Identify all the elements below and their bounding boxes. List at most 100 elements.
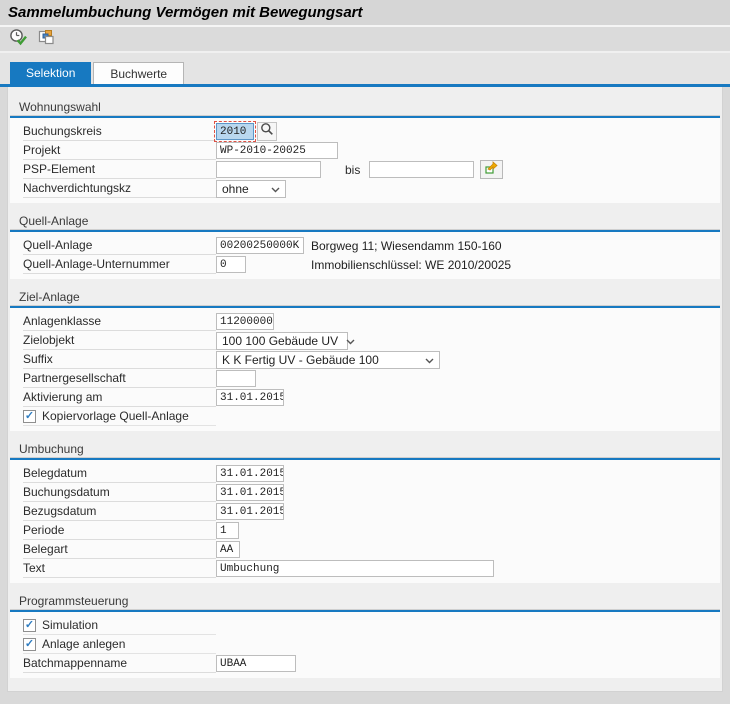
get-variant-icon [37,28,55,51]
form-row-anlagenklasse: Anlagenklasse 11200000 [23,312,720,331]
form-row-aktivierung-am: Aktivierung am 31.01.2015 [23,388,720,407]
belegart-label: Belegart [23,540,216,559]
form-row-bezugsdatum: Bezugsdatum 31.01.2015 [23,502,720,521]
form-row-belegdatum: Belegdatum 31.01.2015 [23,464,720,483]
buchungsdatum-input[interactable]: 31.01.2015 [216,484,284,501]
form-row-batchmappenname: Batchmappenname UBAA [23,654,720,673]
quell-anlage-label: Quell-Anlage [23,236,216,255]
section-ziel-anlage: Ziel-Anlage Anlagenklasse 11200000 Zielo… [10,289,720,431]
psp-element-label: PSP-Element [23,160,216,179]
tab-strip: Selektion Buchwerte [0,53,730,84]
bezugsdatum-input[interactable]: 31.01.2015 [216,503,284,520]
unternummer-input[interactable]: 0 [216,256,246,273]
simulation-checkbox-group: ✓ Simulation [23,616,216,635]
nachverdichtungskz-label: Nachverdichtungskz [23,179,216,198]
get-variant-button[interactable] [35,29,56,49]
text-input[interactable]: Umbuchung [216,560,494,577]
text-label: Text [23,559,216,578]
anlagenklasse-label: Anlagenklasse [23,312,216,331]
anlagenklasse-input[interactable]: 11200000 [216,313,274,330]
form-row-kopiervorlage: ✓ Kopiervorlage Quell-Anlage [23,407,720,426]
projekt-input[interactable]: WP-2010-20025 [216,142,338,159]
belegdatum-label: Belegdatum [23,464,216,483]
bezugsdatum-label: Bezugsdatum [23,502,216,521]
section-wohnungswahl: Wohnungswahl Buchungskreis 2010 Projekt … [10,99,720,203]
batchmappenname-input[interactable]: UBAA [216,655,296,672]
value-help-button[interactable] [257,122,277,141]
unternummer-label: Quell-Anlage-Unternummer [23,255,216,274]
psp-element-to-input[interactable] [369,161,474,178]
window-title-bar: Sammelumbuchung Vermögen mit Bewegungsar… [0,0,730,27]
chevron-down-icon [346,334,355,348]
quell-anlage-description: Borgweg 11; Wiesendamm 150-160 [311,239,502,253]
quell-anlage-input[interactable]: 00200250000K [216,237,304,254]
checkmark-icon: ✓ [25,619,34,631]
anlage-anlegen-checkbox[interactable]: ✓ [23,638,36,651]
section-title-ziel-anlage: Ziel-Anlage [10,289,720,306]
tab-selektion[interactable]: Selektion [10,62,91,84]
form-row-suffix: Suffix K K Fertig UV - Gebäude 100 [23,350,720,369]
form-row-nachverdichtungskz: Nachverdichtungskz ohne [23,179,720,198]
partnergesellschaft-input[interactable] [216,370,256,387]
form-row-projekt: Projekt WP-2010-20025 [23,141,720,160]
suffix-label: Suffix [23,350,216,369]
buchungskreis-label: Buchungskreis [23,122,216,141]
buchungskreis-input[interactable]: 2010 [216,123,254,140]
aktivierung-am-label: Aktivierung am [23,388,216,407]
section-programmsteuerung: Programmsteuerung ✓ Simulation ✓ Anlage … [10,593,720,678]
zielobjekt-label: Zielobjekt [23,331,216,350]
form-row-quell-anlage: Quell-Anlage 00200250000K Borgweg 11; Wi… [23,236,720,255]
selection-screen: Wohnungswahl Buchungskreis 2010 Projekt … [7,87,723,692]
form-row-unternummer: Quell-Anlage-Unternummer 0 Immobiliensch… [23,255,720,274]
multiple-selection-icon [484,160,499,180]
execute-button[interactable] [7,29,28,49]
section-quell-anlage: Quell-Anlage Quell-Anlage 00200250000K B… [10,213,720,279]
batchmappenname-label: Batchmappenname [23,654,216,673]
section-body-wohnungswahl: Buchungskreis 2010 Projekt WP-2010-20025… [10,118,720,203]
form-row-buchungsdatum: Buchungsdatum 31.01.2015 [23,483,720,502]
simulation-label[interactable]: Simulation [42,618,98,632]
psp-element-from-input[interactable] [216,161,321,178]
suffix-dropdown[interactable]: K K Fertig UV - Gebäude 100 [216,351,440,369]
partnergesellschaft-label: Partnergesellschaft [23,369,216,388]
form-row-anlage-anlegen: ✓ Anlage anlegen [23,635,720,654]
chevron-down-icon [425,353,434,367]
form-row-partnergesellschaft: Partnergesellschaft [23,369,720,388]
tab-buchwerte[interactable]: Buchwerte [93,62,184,84]
form-row-psp-element: PSP-Element bis [23,160,720,179]
periode-input[interactable]: 1 [216,522,239,539]
page-title: Sammelumbuchung Vermögen mit Bewegungsar… [8,4,363,21]
kopiervorlage-label[interactable]: Kopiervorlage Quell-Anlage [42,409,189,423]
form-row-buchungskreis: Buchungskreis 2010 [23,122,720,141]
section-body-ziel-anlage: Anlagenklasse 11200000 Zielobjekt 100 10… [10,308,720,431]
simulation-checkbox[interactable]: ✓ [23,619,36,632]
section-body-quell-anlage: Quell-Anlage 00200250000K Borgweg 11; Wi… [10,232,720,279]
section-title-programmsteuerung: Programmsteuerung [10,593,720,610]
aktivierung-am-input[interactable]: 31.01.2015 [216,389,284,406]
section-title-quell-anlage: Quell-Anlage [10,213,720,230]
belegart-input[interactable]: AA [216,541,240,558]
section-umbuchung: Umbuchung Belegdatum 31.01.2015 Buchungs… [10,441,720,583]
anlage-anlegen-label[interactable]: Anlage anlegen [42,637,125,651]
section-title-umbuchung: Umbuchung [10,441,720,458]
nachverdichtungskz-value: ohne [222,182,249,196]
multiple-selection-button[interactable] [480,160,503,179]
anlage-anlegen-checkbox-group: ✓ Anlage anlegen [23,635,216,654]
search-icon [260,122,274,141]
section-body-programmsteuerung: ✓ Simulation ✓ Anlage anlegen Batchmappe… [10,612,720,678]
form-row-simulation: ✓ Simulation [23,616,720,635]
suffix-value: K K Fertig UV - Gebäude 100 [222,353,379,367]
form-row-zielobjekt: Zielobjekt 100 100 Gebäude UV [23,331,720,350]
application-toolbar [0,27,730,53]
kopiervorlage-checkbox[interactable]: ✓ [23,410,36,423]
chevron-down-icon [271,182,280,196]
periode-label: Periode [23,521,216,540]
section-title-wohnungswahl: Wohnungswahl [10,99,720,116]
form-row-periode: Periode 1 [23,521,720,540]
zielobjekt-dropdown[interactable]: 100 100 Gebäude UV [216,332,348,350]
checkmark-icon: ✓ [25,638,34,650]
nachverdichtungskz-dropdown[interactable]: ohne [216,180,286,198]
form-row-belegart: Belegart AA [23,540,720,559]
form-row-text: Text Umbuchung [23,559,720,578]
belegdatum-input[interactable]: 31.01.2015 [216,465,284,482]
